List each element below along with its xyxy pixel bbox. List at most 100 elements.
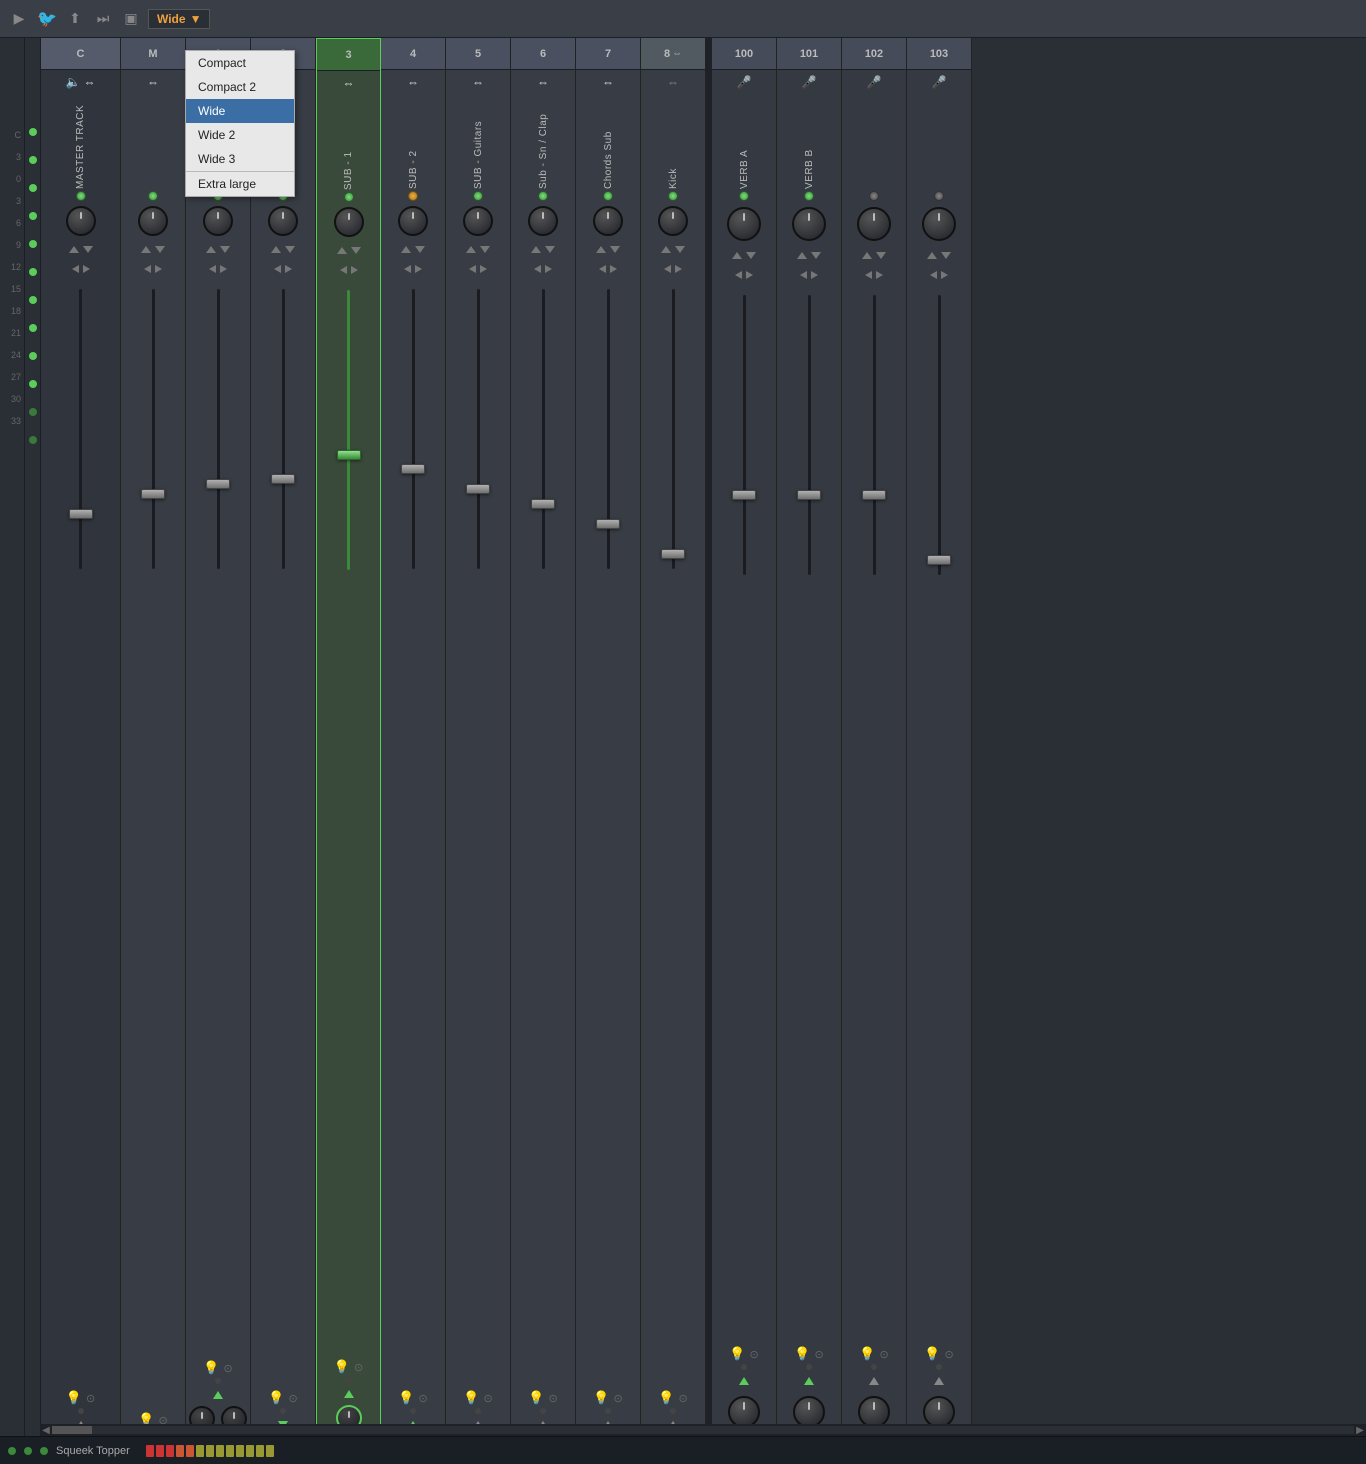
ch7-enable[interactable] (603, 191, 613, 201)
ch3-icon[interactable]: ⇔ (343, 76, 355, 90)
ch1-send-lamp[interactable]: 💡 (203, 1360, 219, 1376)
skip-button[interactable]: ⏭ (92, 8, 114, 30)
ch1-knob[interactable] (203, 206, 233, 236)
dropdown-item-compact[interactable]: Compact (186, 51, 294, 75)
scroll-right-arrow[interactable]: ▶ (1354, 1424, 1366, 1436)
ch2-send-lamp[interactable]: 💡 (268, 1390, 284, 1406)
ch4-icon[interactable]: ⇔ (407, 75, 419, 89)
ch8-knob[interactable] (658, 206, 688, 236)
aux103-fader-thumb[interactable] (927, 555, 951, 565)
master-enable-dot[interactable] (76, 191, 86, 201)
pin-button[interactable]: ⬆ (64, 8, 86, 30)
aux100-pan-right (746, 271, 753, 279)
dropdown-item-extralarge[interactable]: Extra large (186, 171, 294, 196)
scroll-track[interactable] (52, 1426, 1354, 1434)
aux100-send-lamp[interactable]: 💡 (729, 1346, 745, 1362)
ch6-enable[interactable] (538, 191, 548, 201)
aux103-enable[interactable] (934, 191, 944, 201)
aux100-enable[interactable] (739, 191, 749, 201)
key-dot-orange (176, 1445, 184, 1457)
aux102-knob[interactable] (857, 207, 891, 241)
aux103-routing (934, 1370, 944, 1392)
ch4-fader-thumb[interactable] (401, 464, 425, 474)
master-speaker-icon[interactable]: 🔈 (66, 75, 81, 89)
aux103-knob[interactable] (922, 207, 956, 241)
ch-m-knob[interactable] (138, 206, 168, 236)
ch8-send-lamp[interactable]: 💡 (658, 1390, 674, 1406)
master-send-lamp[interactable]: 💡 (66, 1390, 82, 1406)
vu-led-5 (29, 240, 37, 248)
aux101-fader-thumb[interactable] (797, 490, 821, 500)
scroll-left-arrow[interactable]: ◀ (40, 1424, 52, 1436)
ch2-fader-thumb[interactable] (271, 474, 295, 484)
ch8-fader-thumb[interactable] (661, 549, 685, 559)
ch3-route-up[interactable] (344, 1390, 354, 1398)
ch8-enable[interactable] (668, 191, 678, 201)
bird-icon-button[interactable]: 🐦 (36, 8, 58, 30)
aux101-enable[interactable] (804, 191, 814, 201)
ch7-fader-thumb[interactable] (596, 519, 620, 529)
dropdown-item-wide3[interactable]: Wide 3 (186, 147, 294, 171)
aux102-send-lamp[interactable]: 💡 (859, 1346, 875, 1362)
ch3-label: SUB - 1 (343, 95, 354, 190)
ch7-icon[interactable]: ⇔ (602, 75, 614, 89)
ch5-send-lamp[interactable]: 💡 (463, 1390, 479, 1406)
aux100-fader-thumb[interactable] (732, 490, 756, 500)
channel-8-kick: 8 ⇔ ⇔ Kick (641, 38, 706, 1436)
ch8-icon[interactable]: ⇔ (667, 75, 679, 89)
ch6-icon[interactable]: ⇔ (537, 75, 549, 89)
ch-m-stereo-icon[interactable]: ⇔ (147, 75, 159, 89)
ch5-knob[interactable] (463, 206, 493, 236)
ch2-knob[interactable] (268, 206, 298, 236)
ch3-enable[interactable] (344, 192, 354, 202)
master-stereo-icon[interactable]: ⇔ (83, 75, 95, 89)
ch1-fader-thumb[interactable] (206, 479, 230, 489)
ch6-pan (531, 239, 555, 259)
ch6-fader-thumb[interactable] (531, 499, 555, 509)
view-mode-selector[interactable]: Wide ▼ (148, 9, 210, 29)
aux101-route-up[interactable] (804, 1377, 814, 1385)
ch4-header: 4 (381, 38, 445, 70)
aux101-clock: ⊙ (814, 1348, 823, 1361)
aux101-send-lamp[interactable]: 💡 (794, 1346, 810, 1362)
ch5-fader-thumb[interactable] (466, 484, 490, 494)
ch4-enable[interactable] (408, 191, 418, 201)
dropdown-item-wide[interactable]: Wide (186, 99, 294, 123)
aux102-route[interactable] (869, 1377, 879, 1385)
ch4-knob[interactable] (398, 206, 428, 236)
play-button[interactable]: ▶ (8, 8, 30, 30)
aux100-knob[interactable] (727, 207, 761, 241)
ch3-send-lamp[interactable]: 💡 (334, 1359, 350, 1375)
ch1-route-up[interactable] (213, 1391, 223, 1399)
ch6-send-lamp[interactable]: 💡 (528, 1390, 544, 1406)
channel-1: 1 ⇔ MONO SIGNA (186, 38, 251, 1436)
aux101-fader-rail (808, 295, 811, 575)
ch7-pan-right (610, 265, 617, 273)
dropdown-item-compact2[interactable]: Compact 2 (186, 75, 294, 99)
ch5-icon[interactable]: ⇔ (472, 75, 484, 89)
aux103-route[interactable] (934, 1377, 944, 1385)
dropdown-item-wide2[interactable]: Wide 2 (186, 123, 294, 147)
ch5-enable[interactable] (473, 191, 483, 201)
ch-m-fader-thumb[interactable] (141, 489, 165, 499)
aux101-knob[interactable] (792, 207, 826, 241)
ch7-send-lamp[interactable]: 💡 (593, 1390, 609, 1406)
aux100-route-up[interactable] (739, 1377, 749, 1385)
channel-m: M ⇔ (121, 38, 186, 1436)
ch3-knob[interactable] (334, 207, 364, 237)
ch5-fader-rail (477, 289, 480, 569)
aux102-enable[interactable] (869, 191, 879, 201)
aux102-fader-thumb[interactable] (862, 490, 886, 500)
key-dot-yellow8 (266, 1445, 274, 1457)
scroll-thumb[interactable] (52, 1426, 92, 1434)
aux103-send-lamp[interactable]: 💡 (924, 1346, 940, 1362)
ch3-fader-thumb[interactable] (337, 450, 361, 460)
ch-m-enable[interactable] (148, 191, 158, 201)
master-fader-thumb[interactable] (69, 509, 93, 519)
view-toggle-button[interactable]: ▣ (120, 8, 142, 30)
ch7-knob[interactable] (593, 206, 623, 236)
ch4-send-lamp[interactable]: 💡 (398, 1390, 414, 1406)
master-knob[interactable] (66, 206, 96, 236)
ch4-send-row: 💡 ⊙ (398, 1388, 427, 1408)
ch6-knob[interactable] (528, 206, 558, 236)
